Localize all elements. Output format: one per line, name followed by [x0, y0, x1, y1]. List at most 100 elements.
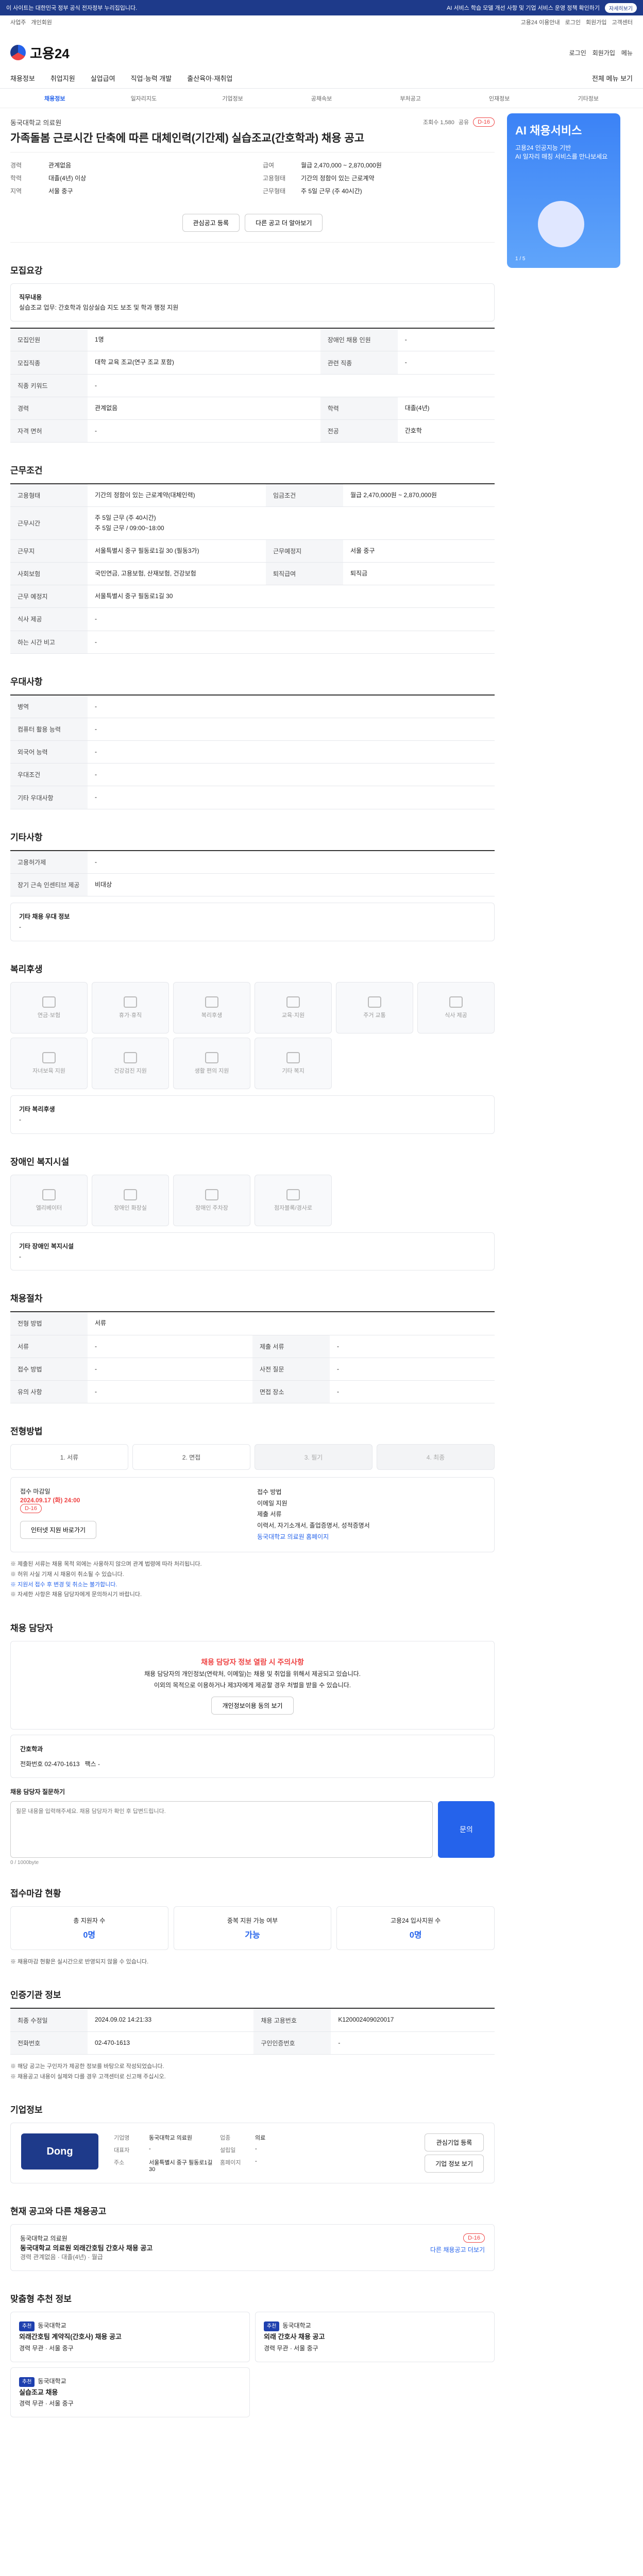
- subnav-map[interactable]: 일자리지도: [99, 94, 189, 103]
- nav-benefit[interactable]: 실업급여: [91, 73, 115, 83]
- util-link-personal[interactable]: 개인회원: [31, 18, 52, 26]
- corp-info-button[interactable]: 기업 정보 보기: [425, 2155, 484, 2173]
- section-process: 채용절차: [10, 1294, 43, 1304]
- status-label: 총 지원자 수: [73, 1917, 106, 1924]
- table-header: 장애인 채용 인원: [320, 328, 398, 352]
- summary-label: 지역: [10, 187, 22, 195]
- summary-value: 기간의 정함이 있는 근로계약: [301, 174, 375, 182]
- vacation-icon: [124, 996, 137, 1008]
- status-label: 고용24 입사지원 수: [391, 1917, 441, 1924]
- cert-notes: ※ 해당 공고는 구인자가 제공한 정보를 바탕으로 작성되었습니다. ※ 채용…: [10, 2062, 495, 2082]
- more-jobs-button[interactable]: 다른 공고 더 알아보기: [245, 213, 323, 232]
- header-login[interactable]: 로그인: [569, 48, 586, 57]
- disability-note: -: [19, 1252, 21, 1260]
- table-header: 사전 질문: [252, 1358, 330, 1381]
- table-header: 서류: [10, 1335, 88, 1358]
- tile-label: 자녀보육 지원: [32, 1067, 65, 1074]
- table-cell: -: [88, 786, 495, 809]
- other-more-link[interactable]: 다른 채용공고 더보기: [430, 2245, 485, 2254]
- pension-icon: [42, 996, 56, 1008]
- table-cell: K120002409020017: [331, 2008, 495, 2032]
- nav-jobs[interactable]: 채용정보: [10, 73, 35, 83]
- phone-label: 전화번호: [20, 1760, 43, 1768]
- table-header: 근무예정지: [265, 539, 343, 563]
- subnav-public[interactable]: 공채속보: [277, 94, 366, 103]
- privacy-agree-button[interactable]: 개인정보이용 동의 보기: [211, 1696, 294, 1715]
- util-help[interactable]: 고객센터: [612, 18, 633, 26]
- util-signup[interactable]: 회원가입: [586, 18, 606, 26]
- header-menu[interactable]: 메뉴: [621, 48, 633, 57]
- table-cell: 2024.09.02 14:21:33: [88, 2008, 254, 2032]
- table-header: 채용 고용번호: [253, 2008, 331, 2032]
- tile-label: 주거 교통: [363, 1012, 386, 1019]
- note-line: ※ 허위 사실 기재 시 채용이 취소될 수 있습니다.: [10, 1571, 124, 1578]
- table-header: 전공: [320, 419, 398, 443]
- table-cell: 서울특별시 중구 필동로1길 30: [88, 585, 495, 608]
- parking-icon: [205, 1189, 218, 1200]
- bookmark-button[interactable]: 관심공고 등록: [182, 213, 240, 232]
- table-cell: -: [330, 1380, 495, 1404]
- subnav-gov[interactable]: 부처공고: [366, 94, 455, 103]
- welfare-tile: 휴가·휴직: [92, 981, 169, 1033]
- contact-box: 간호학과 전화번호 02-470-1613 팩스 -: [10, 1734, 495, 1778]
- notice-right-text: AI 서비스 학습 모델 개선 사항 및 기업 서비스 운영 정책 확인하기: [446, 5, 600, 11]
- subnav-etc[interactable]: 기타정보: [544, 94, 633, 103]
- banner-pager[interactable]: 1 / 5: [515, 256, 525, 262]
- nav-support[interactable]: 취업지원: [50, 73, 75, 83]
- table-cell: -: [88, 607, 495, 631]
- note-line: ※ 자세한 사항은 채용 담당자에게 문의하시기 바랍니다.: [10, 1591, 142, 1598]
- etc-note: -: [19, 923, 21, 931]
- notice-more-button[interactable]: 자세히보기: [605, 3, 637, 13]
- question-submit-button[interactable]: 문의: [438, 1801, 495, 1858]
- deadline-value: 2024.09.17 (화) 24:00: [20, 1497, 80, 1504]
- corp-value: -: [255, 2158, 257, 2165]
- homepage-link[interactable]: 동국대학교 의료원 홈페이지: [257, 1532, 485, 1543]
- welfare-note-title: 기타 복리후생: [19, 1105, 55, 1113]
- phone-value: 02-470-1613: [44, 1760, 80, 1768]
- education-icon: [286, 996, 300, 1008]
- welfare-tile: 복리후생: [173, 981, 250, 1033]
- header-signup[interactable]: 회원가입: [593, 48, 615, 57]
- ai-banner[interactable]: AI 채용서비스 고용24 인공지능 기반 AI 일자리 매칭 서비스를 만나보…: [507, 113, 620, 268]
- corp-bookmark-button[interactable]: 관심기업 등록: [425, 2133, 484, 2152]
- subnav-talent[interactable]: 인재정보: [455, 94, 544, 103]
- etc-note-box: 기타 채용 우대 정보 -: [10, 903, 495, 941]
- recommend-card[interactable]: 추천 동국대학교 외래 간호사 채용 공고 경력 무관 · 서울 중구: [255, 2312, 495, 2362]
- site-logo[interactable]: 고용24: [10, 43, 70, 62]
- table-row: 식사 제공 -: [10, 607, 495, 631]
- nav-parenting[interactable]: 출산육아·재취업: [187, 73, 232, 83]
- table-header: 고용허가제: [10, 850, 88, 874]
- elevator-icon: [42, 1189, 56, 1200]
- table-cell: -: [88, 718, 495, 741]
- subnav-jobs[interactable]: 채용정보: [10, 94, 99, 103]
- table-cell: -: [88, 763, 495, 787]
- subnav-company[interactable]: 기업정보: [188, 94, 277, 103]
- recommend-card[interactable]: 추천 동국대학교 실습조교 채용 경력 무관 · 서울 중구: [10, 2367, 250, 2418]
- util-login[interactable]: 로그인: [565, 18, 581, 26]
- process-steps: 1. 서류 2. 면접 3. 필기 4. 최종: [10, 1444, 495, 1470]
- logo-text: 고용24: [30, 45, 70, 61]
- table-header: 모집인원: [10, 328, 88, 352]
- nav-training[interactable]: 직업·능력 개발: [131, 73, 172, 83]
- table-header: 근무지: [10, 539, 88, 563]
- apply-online-button[interactable]: 인터넷 지원 바로가기: [20, 1521, 97, 1539]
- conditions-table: 고용형태 기간의 정함이 있는 근로계약(대체인력) 임금조건 월급 2,470,00…: [10, 483, 495, 654]
- other-job-card[interactable]: 동국대학교 의료원 동국대학교 의료원 외래간호팀 간호사 채용 공고 경력 관…: [10, 2224, 495, 2272]
- banner-line: AI 일자리 매칭 서비스를 만나보세요: [515, 153, 608, 160]
- other-company: 동국대학교 의료원: [20, 2235, 67, 2243]
- child-icon: [42, 1052, 56, 1063]
- corp-label: 설립일: [220, 2147, 236, 2154]
- section-disability: 장애인 복지시설: [10, 1157, 70, 1167]
- util-guide[interactable]: 고용24 이용안내: [521, 18, 560, 26]
- table-header: 우대조건: [10, 763, 88, 787]
- question-input[interactable]: [10, 1801, 433, 1858]
- share-button[interactable]: 공유: [459, 118, 469, 126]
- table-row: 자격 면허 - 전공 간호학: [10, 419, 495, 443]
- table-header: 학력: [320, 397, 398, 420]
- summary-value: 대졸(4년) 이상: [48, 174, 87, 182]
- summary-label: 급여: [263, 161, 275, 169]
- recommend-card[interactable]: 추천 동국대학교 외래간호팀 계약직(간호사) 채용 공고 경력 무관 · 서울 중구: [10, 2312, 250, 2362]
- nav-all-menu[interactable]: 전체 메뉴 보기: [592, 73, 633, 83]
- util-link-business[interactable]: 사업주: [10, 18, 26, 26]
- table-cell: 대학 교육 조교(연구 조교 포함): [88, 351, 320, 375]
